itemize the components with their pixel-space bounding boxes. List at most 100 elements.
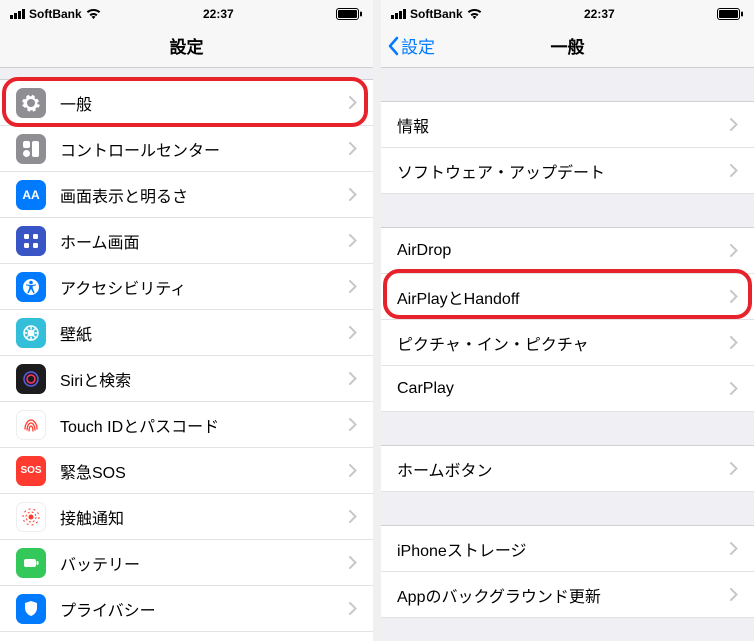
row-control-center[interactable]: コントロールセンター bbox=[0, 126, 373, 172]
chevron-right-icon bbox=[349, 464, 357, 477]
chevron-right-icon bbox=[730, 382, 738, 395]
siri-icon bbox=[16, 364, 46, 394]
row-label: アクセシビリティ bbox=[60, 275, 349, 299]
status-bar: SoftBank 22:37 bbox=[381, 0, 754, 24]
row-label: 画面表示と明るさ bbox=[60, 183, 349, 207]
row-background-refresh[interactable]: Appのバックグラウンド更新 bbox=[381, 572, 754, 618]
time-label: 22:37 bbox=[203, 7, 234, 21]
carrier-label: SoftBank bbox=[29, 7, 82, 21]
wifi-icon bbox=[467, 8, 482, 19]
time-label: 22:37 bbox=[584, 7, 615, 21]
section-gap bbox=[381, 412, 754, 446]
chevron-right-icon bbox=[349, 326, 357, 339]
wifi-icon bbox=[86, 8, 101, 19]
row-home-screen[interactable]: ホーム画面 bbox=[0, 218, 373, 264]
home-screen-icon bbox=[16, 226, 46, 256]
row-label: Appのバックグラウンド更新 bbox=[397, 583, 730, 607]
page-title: 設定 bbox=[170, 33, 204, 58]
row-label: バッテリー bbox=[60, 551, 349, 575]
chevron-right-icon bbox=[349, 96, 357, 109]
exposure-icon bbox=[16, 502, 46, 532]
row-battery[interactable]: バッテリー bbox=[0, 540, 373, 586]
chevron-right-icon bbox=[730, 336, 738, 349]
row-label: Touch IDとパスコード bbox=[60, 413, 349, 437]
row-label: CarPlay bbox=[397, 380, 730, 398]
row-label: AirDrop bbox=[397, 242, 730, 260]
row-wallpaper[interactable]: 壁紙 bbox=[0, 310, 373, 356]
gear-icon bbox=[16, 88, 46, 118]
chevron-right-icon bbox=[730, 588, 738, 601]
row-privacy[interactable]: プライバシー bbox=[0, 586, 373, 632]
phone-general: SoftBank 22:37 設定 一般 情報 ソフトウェア・アップデート bbox=[381, 0, 754, 641]
phone-settings: SoftBank 22:37 設定 一般 コント bbox=[0, 0, 373, 641]
row-airplay-handoff[interactable]: AirPlayとHandoff bbox=[381, 274, 754, 320]
row-label: 壁紙 bbox=[60, 321, 349, 345]
chevron-right-icon bbox=[349, 280, 357, 293]
row-general[interactable]: 一般 bbox=[0, 80, 373, 126]
row-airdrop[interactable]: AirDrop bbox=[381, 228, 754, 274]
back-label: 設定 bbox=[401, 33, 435, 58]
chevron-right-icon bbox=[349, 510, 357, 523]
row-label: iPhoneストレージ bbox=[397, 537, 730, 561]
sos-icon: SOS bbox=[16, 456, 46, 486]
row-home-button[interactable]: ホームボタン bbox=[381, 446, 754, 492]
chevron-right-icon bbox=[349, 418, 357, 431]
row-label: コントロールセンター bbox=[60, 137, 349, 161]
control-center-icon bbox=[16, 134, 46, 164]
status-bar: SoftBank 22:37 bbox=[0, 0, 373, 24]
settings-list: 一般 コントロールセンター AA 画面表示と明るさ ホーム画面 bbox=[0, 68, 373, 632]
row-label: AirPlayとHandoff bbox=[397, 285, 730, 309]
signal-icon bbox=[391, 9, 406, 19]
section-gap bbox=[0, 68, 373, 80]
chevron-right-icon bbox=[730, 244, 738, 257]
row-label: Siriと検索 bbox=[60, 367, 349, 391]
chevron-right-icon bbox=[349, 556, 357, 569]
chevron-right-icon bbox=[730, 118, 738, 131]
battery-icon bbox=[336, 8, 363, 20]
row-info[interactable]: 情報 bbox=[381, 102, 754, 148]
row-label: 接触通知 bbox=[60, 505, 349, 529]
carrier-label: SoftBank bbox=[410, 7, 463, 21]
row-label: ピクチャ・イン・ピクチャ bbox=[397, 331, 730, 355]
chevron-right-icon bbox=[349, 188, 357, 201]
row-touchid[interactable]: Touch IDとパスコード bbox=[0, 402, 373, 448]
row-software-update[interactable]: ソフトウェア・アップデート bbox=[381, 148, 754, 194]
row-exposure[interactable]: 接触通知 bbox=[0, 494, 373, 540]
row-carplay[interactable]: CarPlay bbox=[381, 366, 754, 412]
row-label: ホーム画面 bbox=[60, 229, 349, 253]
chevron-right-icon bbox=[730, 542, 738, 555]
page-title: 一般 bbox=[551, 33, 585, 58]
display-icon: AA bbox=[16, 180, 46, 210]
signal-icon bbox=[10, 9, 25, 19]
privacy-icon bbox=[16, 594, 46, 624]
row-label: ソフトウェア・アップデート bbox=[397, 159, 730, 183]
row-label: 情報 bbox=[397, 113, 730, 137]
row-siri[interactable]: Siriと検索 bbox=[0, 356, 373, 402]
battery-icon bbox=[16, 548, 46, 578]
section-gap bbox=[381, 194, 754, 228]
chevron-right-icon bbox=[349, 602, 357, 615]
wallpaper-icon bbox=[16, 318, 46, 348]
chevron-right-icon bbox=[349, 372, 357, 385]
row-label: ホームボタン bbox=[397, 457, 730, 481]
chevron-right-icon bbox=[349, 142, 357, 155]
row-label: 緊急SOS bbox=[60, 459, 349, 483]
row-display[interactable]: AA 画面表示と明るさ bbox=[0, 172, 373, 218]
section-gap bbox=[381, 618, 754, 641]
row-label: 一般 bbox=[60, 91, 349, 115]
section-gap bbox=[381, 68, 754, 102]
row-iphone-storage[interactable]: iPhoneストレージ bbox=[381, 526, 754, 572]
chevron-right-icon bbox=[730, 164, 738, 177]
accessibility-icon bbox=[16, 272, 46, 302]
chevron-right-icon bbox=[730, 290, 738, 303]
row-sos[interactable]: SOS 緊急SOS bbox=[0, 448, 373, 494]
chevron-right-icon bbox=[730, 462, 738, 475]
row-accessibility[interactable]: アクセシビリティ bbox=[0, 264, 373, 310]
back-button[interactable]: 設定 bbox=[387, 33, 435, 58]
nav-bar-settings: 設定 bbox=[0, 24, 373, 68]
general-list: 情報 ソフトウェア・アップデート AirDrop AirPlayとHandoff… bbox=[381, 68, 754, 641]
touchid-icon bbox=[16, 410, 46, 440]
row-pip[interactable]: ピクチャ・イン・ピクチャ bbox=[381, 320, 754, 366]
nav-bar-general: 設定 一般 bbox=[381, 24, 754, 68]
battery-icon bbox=[717, 8, 744, 20]
